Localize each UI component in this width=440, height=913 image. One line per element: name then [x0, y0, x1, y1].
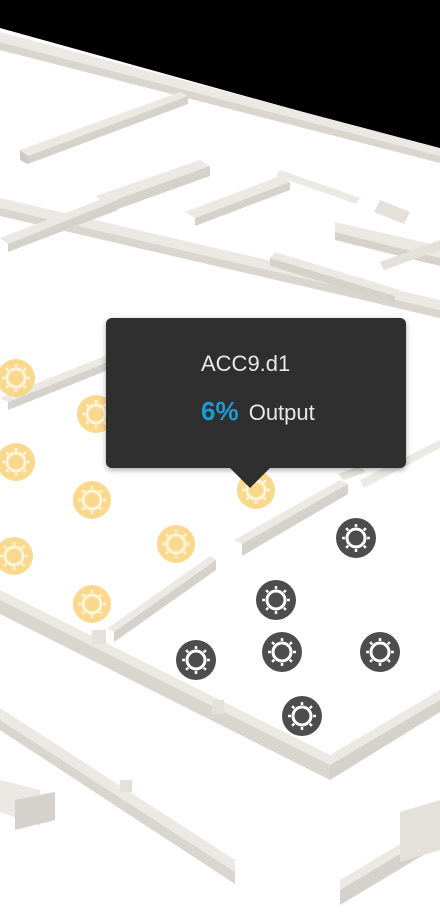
- marker-6[interactable]: [73, 585, 111, 623]
- marker-4[interactable]: [73, 481, 111, 519]
- marker-12[interactable]: [176, 640, 216, 680]
- floor-surface: [0, 28, 440, 913]
- floorplan-view[interactable]: ACC9.d1 6% Output: [0, 0, 440, 913]
- tooltip-output-line: 6% Output: [201, 396, 315, 427]
- marker-10[interactable]: [336, 518, 376, 558]
- marker-15[interactable]: [282, 696, 322, 736]
- tooltip-output-value: 6%: [201, 396, 239, 426]
- marker-7[interactable]: [157, 525, 195, 563]
- device-tooltip: ACC9.d1 6% Output: [106, 318, 406, 488]
- marker-14[interactable]: [360, 632, 400, 672]
- tooltip-device-name: ACC9.d1: [201, 351, 291, 376]
- marker-11[interactable]: [256, 580, 296, 620]
- marker-13[interactable]: [262, 632, 302, 672]
- tooltip-output-label: Output: [248, 400, 315, 425]
